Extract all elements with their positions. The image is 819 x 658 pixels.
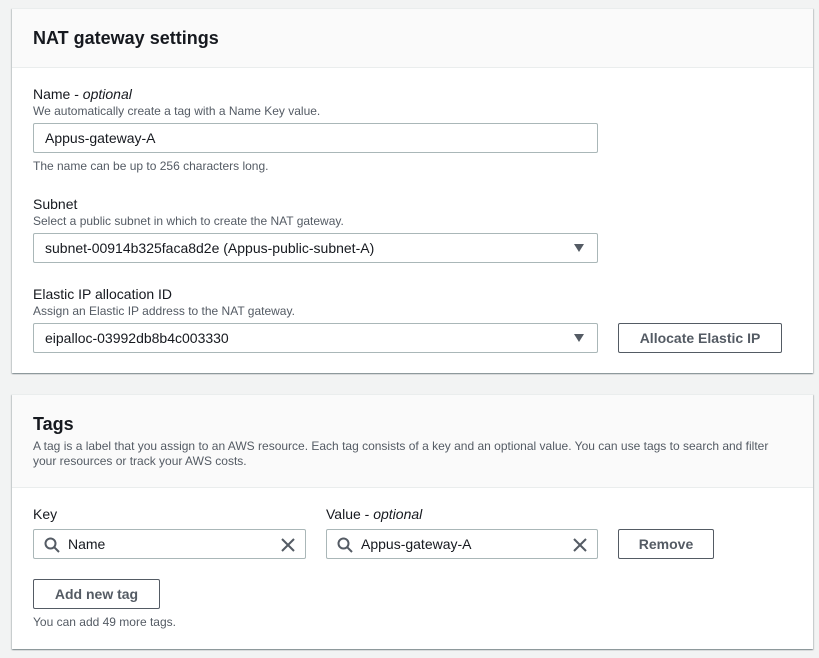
name-hint: The name can be up to 256 characters lon…	[33, 159, 269, 173]
eip-select[interactable]: eipalloc-03992db8b4c003330	[33, 323, 598, 353]
nat-gateway-settings-panel: NAT gateway settings Name - optional We …	[12, 8, 813, 373]
subnet-description: Select a public subnet in which to creat…	[33, 214, 344, 228]
tags-header: Tags A tag is a label that you assign to…	[12, 395, 813, 488]
name-input-value: Appus-gateway-A	[45, 130, 156, 146]
tag-value-label: Value - optional	[326, 506, 423, 522]
nat-settings-title: NAT gateway settings	[33, 28, 219, 48]
eip-select-value: eipalloc-03992db8b4c003330	[45, 330, 229, 346]
tag-value-optional: optional	[373, 506, 423, 522]
name-label: Name - optional	[33, 86, 132, 102]
name-optional: optional	[82, 86, 132, 102]
close-icon[interactable]	[572, 537, 588, 553]
search-icon	[337, 537, 353, 553]
remove-tag-button[interactable]: Remove	[618, 529, 714, 559]
tags-description-line2: your resources or track your AWS costs.	[33, 454, 247, 468]
tag-key-label: Key	[33, 506, 58, 522]
subnet-select[interactable]: subnet-00914b325faca8d2e (Appus-public-s…	[33, 233, 598, 263]
tag-value-input[interactable]: Appus-gateway-A	[326, 529, 598, 559]
tags-description-line1: A tag is a label that you assign to an A…	[33, 439, 769, 453]
caret-down-icon	[574, 244, 584, 252]
name-input[interactable]: Appus-gateway-A	[33, 123, 598, 153]
allocate-elastic-ip-button[interactable]: Allocate Elastic IP	[618, 323, 782, 353]
subnet-label: Subnet	[33, 196, 78, 212]
search-icon	[44, 537, 60, 553]
tags-title: Tags	[33, 414, 74, 434]
subnet-select-value: subnet-00914b325faca8d2e (Appus-public-s…	[45, 240, 375, 256]
tags-remaining-hint: You can add 49 more tags.	[33, 615, 176, 629]
caret-down-icon	[574, 334, 584, 342]
name-description: We automatically create a tag with a Nam…	[33, 104, 321, 118]
nat-settings-header: NAT gateway settings	[12, 9, 813, 68]
tags-panel: Tags A tag is a label that you assign to…	[12, 394, 813, 649]
close-icon[interactable]	[280, 537, 296, 553]
eip-description: Assign an Elastic IP address to the NAT …	[33, 304, 295, 318]
eip-label: Elastic IP allocation ID	[33, 286, 173, 302]
tag-key-input[interactable]: Name	[33, 529, 306, 559]
add-new-tag-button[interactable]: Add new tag	[33, 579, 160, 609]
